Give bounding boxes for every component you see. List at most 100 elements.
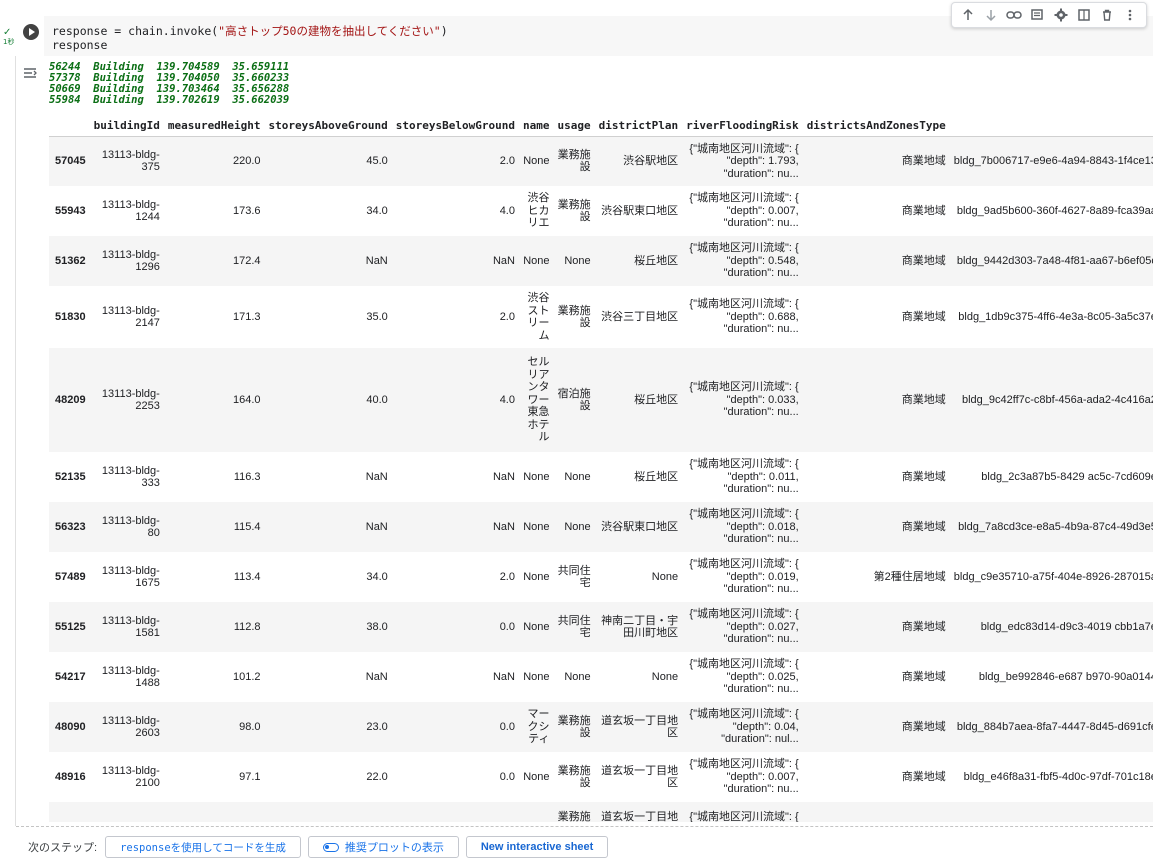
cell-bid: 13113-bldg-1581 (101, 614, 160, 640)
cell-above: 40.0 (366, 393, 388, 406)
cell-risk: {"城南地区河川流域": { "depth": 0.04, "duration"… (689, 708, 799, 746)
mirror-icon[interactable] (1074, 5, 1094, 25)
cell-bid: 13113-bldg-80 (101, 514, 160, 540)
cell-gml (950, 802, 1153, 822)
table-row: 57489 13113-bldg-1675 113.4 34.0 2.0 None 共同住宅… (49, 552, 1153, 602)
cell-name: 渋谷ヒカリエ (527, 192, 550, 230)
next-steps-label: 次のステップ: (28, 842, 98, 854)
cell-usage: 業務施設 (557, 304, 591, 330)
cell-gml: bldg_1db9c375-4ff6-4e3a-8c05-3a5c37e (958, 310, 1153, 323)
cell-status: ✓ 1秒 (3, 27, 17, 47)
dataframe-output[interactable]: buildingId measuredHeight storeysAboveGr… (49, 116, 1153, 822)
cell-dp: 道玄坂一丁目地区 (601, 764, 679, 790)
cell-gml: bldg_be992846-e687 b970-90a0144 (978, 670, 1153, 683)
cell-idx: 48090 (55, 720, 86, 733)
cell-dp: 渋谷駅東口地区 (601, 204, 679, 217)
cell-name: None (523, 620, 550, 633)
cell-above (265, 802, 392, 822)
cell-idx: 57489 (55, 570, 86, 583)
cell-dp: None (651, 570, 679, 583)
cell-h (164, 802, 265, 822)
comment-icon[interactable] (1027, 5, 1047, 25)
cell-bid: 13113-bldg-375 (101, 148, 160, 174)
cell-below: 4.0 (499, 204, 515, 217)
cell-h: 112.8 (233, 620, 261, 633)
cell-dp: 道玄坂一丁目地区 (601, 714, 679, 740)
column-header: districtPlan (594, 116, 683, 137)
cell-name (519, 802, 554, 822)
arrow-down-icon[interactable] (981, 5, 1001, 25)
table-row: 48916 13113-bldg-2100 97.1 22.0 0.0 None 業務施設道… (49, 752, 1153, 802)
cell-dp: None (651, 670, 679, 683)
cell-idx: 57045 (55, 155, 86, 167)
run-cell-button[interactable] (23, 24, 39, 40)
code-editor[interactable]: response = chain.invoke("高さトップ50の建物を抽出して… (52, 24, 448, 52)
gear-icon[interactable] (1051, 5, 1071, 25)
cell-bid (90, 802, 164, 822)
column-header: buildingId (89, 116, 164, 137)
cell-usage: 業務施設 (557, 764, 591, 790)
generate-code-button[interactable]: responseを使用してコードを生成 (105, 836, 301, 858)
code-line-2: response (52, 38, 108, 52)
more-vert-icon[interactable] (1120, 5, 1140, 25)
cell-zone (803, 802, 950, 822)
cell-zone: 商業地域 (901, 520, 946, 533)
cell-bid: 13113-bldg-2100 (101, 764, 160, 790)
cell-idx: 55943 (55, 204, 86, 217)
link-icon[interactable] (1004, 5, 1024, 25)
cell-risk: {"城南地区河川流域": { "depth": 0.688, "duration… (689, 298, 799, 336)
table-header-row: buildingId measuredHeight storeysAboveGr… (49, 116, 1153, 137)
arrow-up-icon[interactable] (958, 5, 978, 25)
cell-usage: None (564, 520, 591, 533)
cell-usage: None (564, 470, 591, 483)
recommended-plots-button[interactable]: 推奨プロットの表示 (307, 836, 459, 858)
code-string: "高さトップ50の建物を抽出してください" (218, 24, 441, 38)
cell-below: 2.0 (499, 570, 515, 583)
cell-usage: 業務施設 (557, 714, 591, 740)
cell-zone: 商業地域 (901, 310, 946, 323)
cell-idx (49, 802, 90, 822)
column-header: name (518, 116, 554, 137)
stdout-log: 56244 Building 139.704589 35.659111 5737… (49, 62, 289, 106)
cell-h: 171.3 (233, 310, 261, 323)
trash-icon[interactable] (1097, 5, 1117, 25)
cell-zone: 商業地域 (901, 393, 946, 406)
cell-idx: 55125 (55, 620, 86, 633)
table-row: 51830 13113-bldg-2147 171.3 35.0 2.0 渋谷ストリーム業… (49, 286, 1153, 348)
check-icon: ✓ (3, 27, 12, 38)
cell-usage: 宿泊施設 (557, 387, 591, 413)
cell-below: 2.0 (499, 155, 515, 167)
table-row: 55125 13113-bldg-1581 112.8 38.0 0.0 None 共同住宅… (49, 602, 1153, 652)
cell-zone: 商業地域 (901, 720, 946, 733)
cell-usage: 業務施設 (557, 148, 591, 174)
cell-gml: bldg_7b006717-e9e6-4a94-8843-1f4ce13 (953, 155, 1153, 167)
cell-above: NaN (365, 670, 388, 683)
output-actions-icon[interactable] (22, 66, 38, 80)
cell-above: NaN (365, 470, 388, 483)
cell-h: 173.6 (233, 204, 261, 217)
cell-zone: 商業地域 (901, 620, 946, 633)
cell-gml: bldg_edc83d14-d9c3-4019 cbb1a7e (980, 620, 1153, 633)
cell-name: None (523, 570, 550, 583)
cell-dp: 神南二丁目・宇田川町地区 (601, 614, 679, 640)
cell-zone: 商業地域 (901, 470, 946, 483)
cell-gml: bldg_c9e35710-a75f-404e-8926-287015a (953, 570, 1153, 583)
cell-above: 35.0 (366, 310, 388, 323)
new-interactive-sheet-button[interactable]: New interactive sheet (465, 836, 609, 858)
column-header (949, 116, 1153, 137)
recommended-plots-label: 推奨プロットの表示 (344, 841, 444, 854)
cell-bid: 13113-bldg-1488 (101, 664, 160, 690)
cell-zone: 商業地域 (901, 670, 946, 683)
cell-bid: 13113-bldg-2147 (101, 304, 160, 330)
cell-dp: 桜丘地区 (634, 393, 679, 406)
cell-bid: 13113-bldg-1244 (101, 198, 160, 224)
cell-dp: 渋谷駅東口地区 (601, 520, 679, 533)
cell-h: 164.0 (233, 393, 261, 406)
cell-above: 34.0 (366, 570, 388, 583)
cell-risk: {"城南地区河川流域": { "depth": 1.793, "duration… (689, 142, 799, 180)
table-row: 51362 13113-bldg-1296 172.4 NaN NaN None None 桜… (49, 236, 1153, 286)
cell-below: NaN (492, 520, 515, 533)
cell-gml: bldg_7a8cd3ce-e8a5-4b9a-87c4-49d3e5 (958, 520, 1153, 533)
cell-name: セルリアンタワー東急ホテル (527, 356, 550, 444)
cell-usage: 共同住宅 (557, 564, 591, 590)
